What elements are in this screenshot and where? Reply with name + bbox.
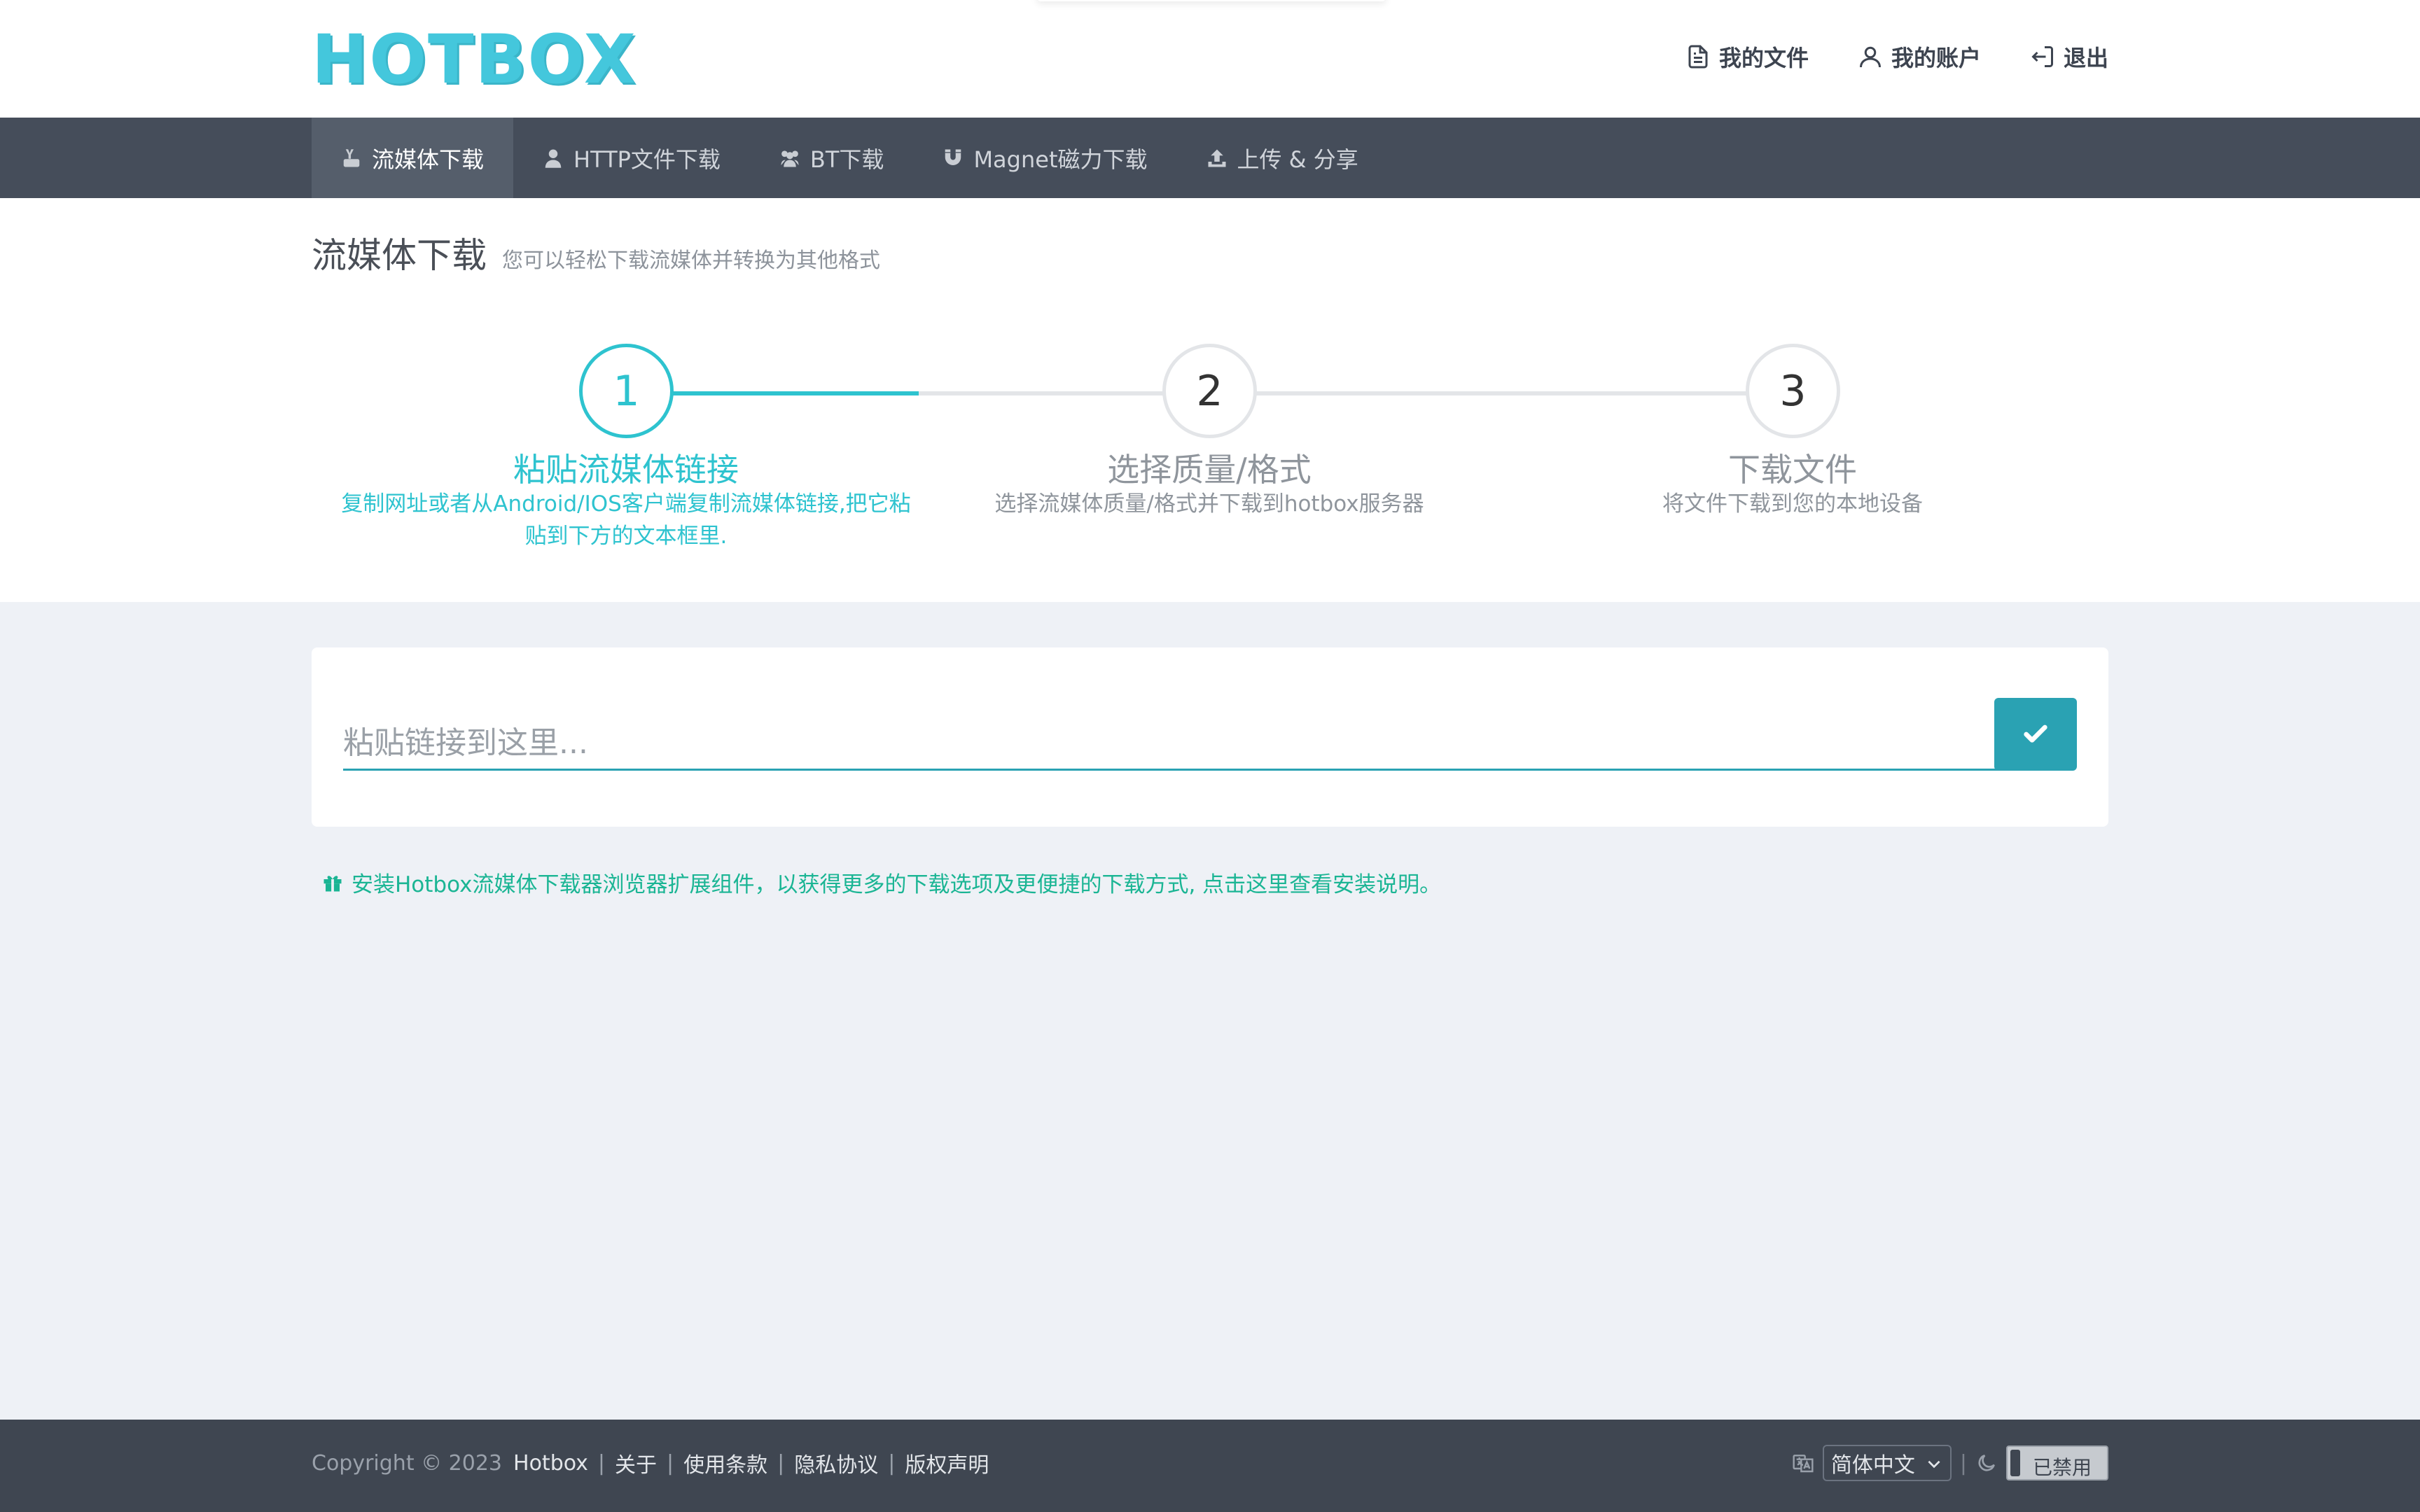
- user-icon: [1859, 46, 1881, 68]
- dark-mode-toggle[interactable]: 已禁用: [2006, 1446, 2108, 1480]
- tab-http-download[interactable]: HTTP文件下载: [513, 118, 750, 198]
- separator: |: [597, 1450, 606, 1476]
- progress-line-done: [672, 391, 919, 396]
- step-2-description: 选择流媒体质量/格式并下载到hotbox服务器: [994, 491, 1424, 517]
- toggle-knob: [2010, 1450, 2020, 1476]
- step-3-title: 下载文件: [1728, 451, 1857, 489]
- user-nav: 我的文件 我的账户 退出: [1685, 41, 2108, 73]
- step-3-circle: 3: [1746, 344, 1840, 438]
- checkmark-icon: [2024, 724, 2047, 743]
- promo-text: 安装Hotbox流媒体下载器浏览器扩展组件，以获得更多的下载选项及更便捷的下载方…: [352, 872, 1442, 897]
- step-1-title: 粘贴流媒体链接: [513, 451, 739, 489]
- step-2-title: 选择质量/格式: [1107, 451, 1312, 489]
- main-nav: 流媒体下载 HTTP文件下载 BT下载 Magnet磁力下载 上传 & 分享: [0, 118, 2420, 198]
- top-header: HOTBOX 我的文件 我的账户 退出: [0, 0, 2420, 118]
- my-account-link[interactable]: 我的账户: [1858, 41, 1981, 73]
- url-input-card: [312, 648, 2108, 827]
- file-icon: [1688, 45, 1708, 69]
- my-files-label: 我的文件: [1718, 45, 1809, 71]
- page-subtitle: 您可以轻松下载流媒体并转换为其他格式: [502, 248, 880, 273]
- brand-link[interactable]: Hotbox: [513, 1451, 588, 1476]
- dark-mode-status: 已禁用: [2033, 1456, 2092, 1479]
- user-icon: [545, 149, 562, 168]
- copyright: Copyright © 2023: [312, 1450, 503, 1476]
- terms-link[interactable]: 使用条款: [683, 1448, 767, 1478]
- step-1-circle: 1: [579, 344, 674, 438]
- magnet-icon: [945, 149, 961, 165]
- tab-label: BT下载: [809, 146, 884, 173]
- tab-bt-download[interactable]: BT下载: [750, 118, 914, 198]
- copyright-link[interactable]: 版权声明: [905, 1448, 989, 1478]
- footer-links: Copyright © 2023 Hotbox | 关于 | 使用条款 | 隐私…: [312, 1448, 989, 1478]
- steps-section: 流媒体下载 您可以轻松下载流媒体并转换为其他格式 1 2 3 粘贴流媒体链接 选…: [0, 198, 2420, 602]
- separator: |: [667, 1450, 674, 1476]
- tab-label: 流媒体下载: [372, 146, 485, 173]
- tab-streaming-download[interactable]: 流媒体下载: [312, 118, 514, 198]
- step-2-circle: 2: [1162, 344, 1257, 438]
- upload-icon: [1208, 149, 1225, 167]
- separator: |: [888, 1450, 896, 1476]
- footer-settings: 简体中文 | 已禁用: [1792, 1445, 2108, 1481]
- privacy-link[interactable]: 隐私协议: [794, 1448, 878, 1478]
- moon-icon: [1978, 1455, 1995, 1471]
- progress-line: [919, 391, 1758, 396]
- language-select[interactable]: 简体中文: [1822, 1445, 1952, 1481]
- step-1-description: 复制网址或者从Android/IOS客户端复制流媒体链接,把它粘 贴到下方的文本…: [332, 488, 920, 552]
- submit-button[interactable]: [1994, 698, 2077, 771]
- url-input[interactable]: [343, 704, 2027, 771]
- gift-icon: [324, 875, 342, 891]
- dropdown-shadow: [1036, 0, 1386, 1]
- logout-icon: [2031, 46, 2053, 67]
- my-files-link[interactable]: 我的文件: [1685, 41, 1809, 73]
- logo[interactable]: HOTBOX: [312, 26, 637, 93]
- separator: |: [1959, 1450, 1967, 1476]
- tab-label: HTTP文件下载: [573, 146, 721, 173]
- users-icon: [781, 150, 799, 167]
- my-account-label: 我的账户: [1891, 45, 1981, 71]
- about-link[interactable]: 关于: [615, 1448, 657, 1478]
- page-title: 流媒体下载: [312, 235, 487, 276]
- chevron-down-icon: [1928, 1460, 1940, 1469]
- separator: |: [777, 1450, 785, 1476]
- tab-magnet-download[interactable]: Magnet磁力下载: [913, 118, 1176, 198]
- tab-label: 上传 & 分享: [1237, 146, 1358, 173]
- step-1-desc-line2: 贴到下方的文本框里.: [524, 524, 728, 549]
- youtube-icon: [343, 148, 360, 167]
- language-value: 简体中文: [1830, 1453, 1915, 1478]
- step-1-desc-line1: 复制网址或者从Android/IOS客户端复制流媒体链接,把它粘: [341, 491, 911, 517]
- tab-label: Magnet磁力下载: [973, 146, 1148, 173]
- tab-upload-share[interactable]: 上传 & 分享: [1177, 118, 1388, 198]
- footer: Copyright © 2023 Hotbox | 关于 | 使用条款 | 隐私…: [0, 1420, 2420, 1512]
- language-icon: [1793, 1455, 1814, 1473]
- logout-link[interactable]: 退出: [2030, 41, 2108, 73]
- extension-promo-link[interactable]: 安装Hotbox流媒体下载器浏览器扩展组件，以获得更多的下载选项及更便捷的下载方…: [322, 867, 1441, 898]
- page-header: 流媒体下载 您可以轻松下载流媒体并转换为其他格式: [312, 227, 880, 278]
- step-3-description: 将文件下载到您的本地设备: [1662, 491, 1923, 517]
- logout-label: 退出: [2063, 45, 2108, 71]
